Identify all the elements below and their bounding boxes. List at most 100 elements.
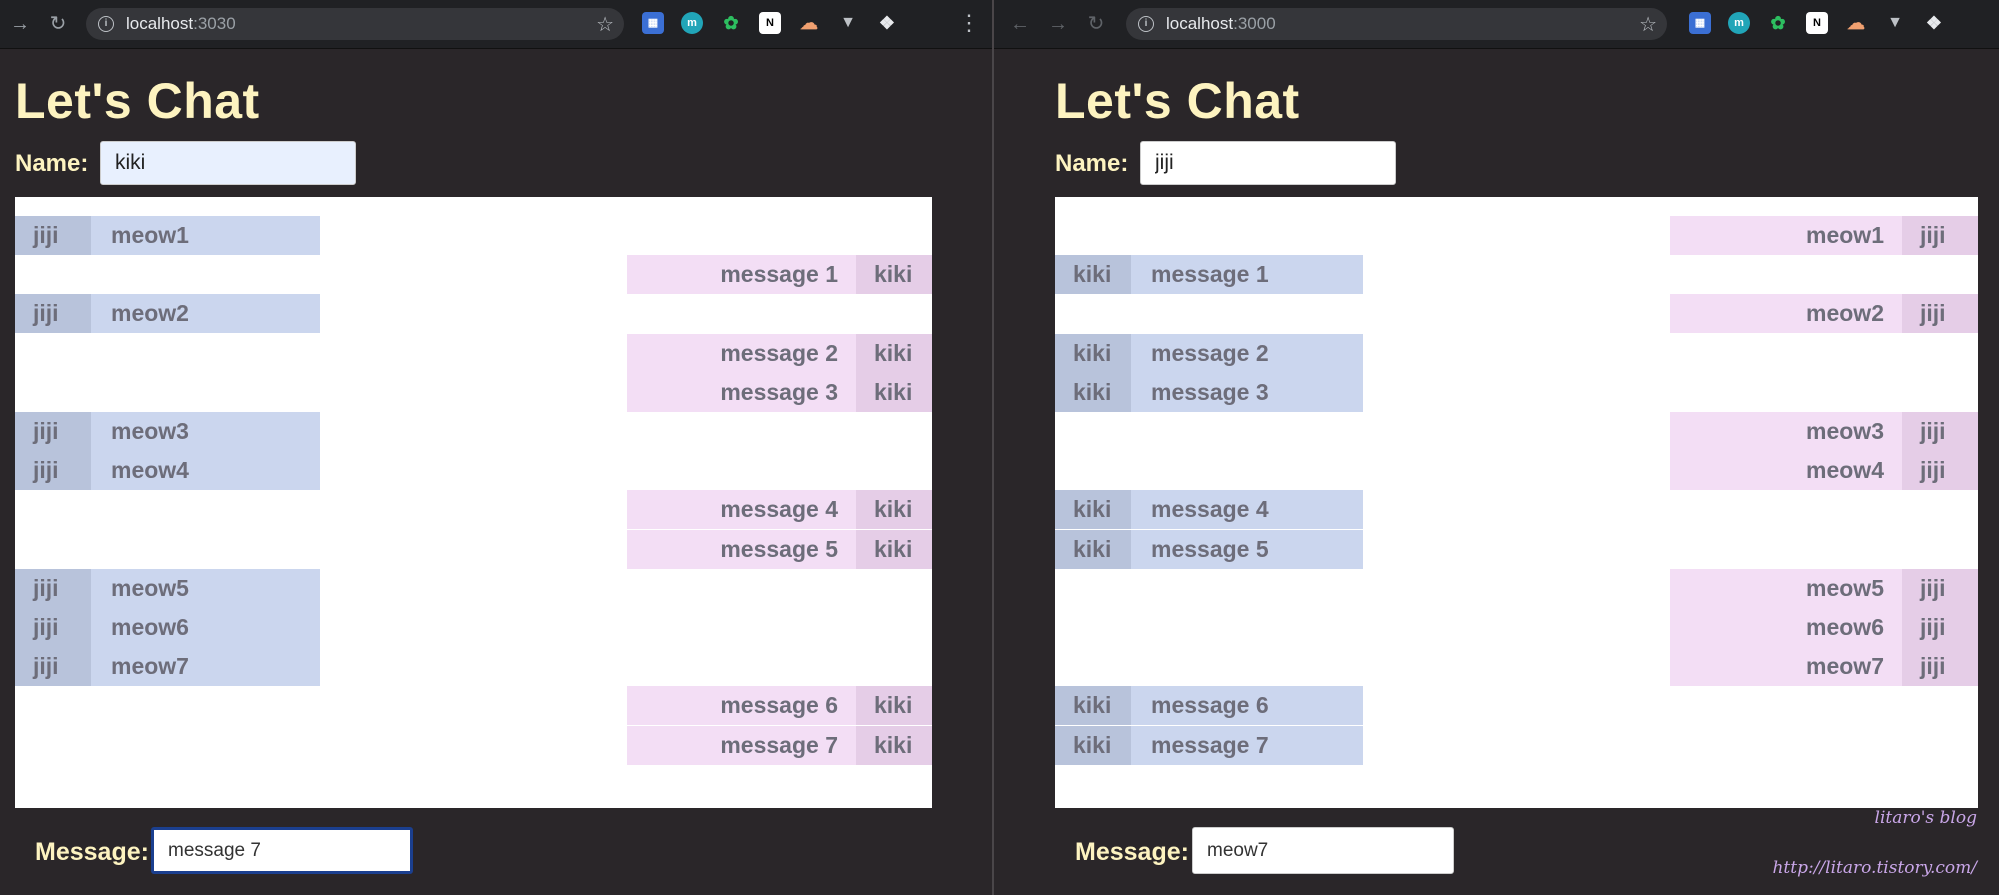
message-text: message 7 [1151,731,1269,758]
message-text: message 6 [720,692,838,719]
evernote-icon[interactable]: ✿ [720,12,742,34]
cloud-extension-icon[interactable]: ☁ [798,12,820,34]
cloud-extension-icon[interactable]: ☁ [1845,12,1867,34]
message-author: jiji [15,294,91,334]
back-icon[interactable]: ← [1008,12,1032,36]
message-text: meow7 [1806,653,1884,680]
chat-message-row: jiji meow7 [15,647,320,687]
notion-icon[interactable]: N [759,12,781,34]
evernote-icon[interactable]: ✿ [1767,12,1789,34]
message-author: jiji [15,568,91,608]
chat-message-row: message 5 kiki [627,529,932,569]
page-title: Let's Chat [15,73,260,129]
browser-window-left: → ↻ i localhost:3030 ☆ ▦ m ✿ N ☁ ▼ ❖ ⋮ L… [0,0,992,895]
message-text: meow7 [111,653,189,680]
extensions-puzzle-icon[interactable]: ❖ [876,12,898,34]
chat-message-row: jiji meow5 [15,568,320,608]
browser-menu-icon[interactable]: ⋮ [958,10,980,36]
message-label: Message: [35,838,149,866]
chat-message-row: meow7 jiji [1670,647,1978,687]
message-text: meow6 [1806,614,1884,640]
address-bar[interactable]: i localhost:3030 ☆ [86,8,624,40]
message-text: meow6 [111,614,189,640]
message-author: jiji [1902,451,1978,491]
url-text: localhost:3000 [1166,14,1276,33]
name-input[interactable] [100,141,356,185]
chat-message-row: meow2 jiji [1670,294,1978,334]
message-author: kiki [856,529,932,569]
bookmark-star-icon[interactable]: ☆ [1639,12,1657,37]
browser-toolbar: ← → ↻ i localhost:3000 ☆ ▦ m ✿ N ☁ ▼ ❖ [994,0,1999,49]
chat-message-row: meow1 jiji [1670,216,1978,255]
message-author: jiji [15,451,91,491]
chat-message-row: kiki message 2 [1055,333,1363,373]
message-author: jiji [15,412,91,451]
message-author: kiki [1055,333,1131,373]
chat-message-row: kiki message 6 [1055,686,1363,726]
message-author: jiji [15,216,91,255]
message-author: kiki [1055,686,1131,726]
screen: → ↻ i localhost:3030 ☆ ▦ m ✿ N ☁ ▼ ❖ ⋮ L… [0,0,1999,895]
message-author: jiji [1902,568,1978,608]
info-icon[interactable]: i [98,16,114,32]
message-text: message 4 [720,496,838,523]
message-text: message 5 [1151,535,1269,562]
message-text: meow2 [111,300,189,327]
name-input[interactable] [1140,141,1396,185]
message-text: message 4 [1151,496,1269,523]
message-text: meow4 [1806,457,1884,484]
chat-message-row: kiki message 5 [1055,529,1363,569]
chat-message-row: kiki message 1 [1055,255,1363,295]
message-author: jiji [1902,216,1978,255]
chat-message-row: kiki message 3 [1055,372,1363,412]
message-text: message 3 [1151,378,1269,405]
info-icon[interactable]: i [1138,16,1154,32]
chat-message-row: meow5 jiji [1670,568,1978,608]
vue-devtools-icon[interactable]: ▼ [1884,12,1906,34]
message-text: message 7 [720,731,838,758]
message-author: jiji [15,647,91,687]
chat-message-row: message 2 kiki [627,333,932,373]
message-author: jiji [1902,608,1978,647]
forward-icon[interactable]: → [8,12,32,36]
chat-message-row: jiji meow3 [15,412,320,451]
chat-message-row: jiji meow2 [15,294,320,334]
notion-icon[interactable]: N [1806,12,1828,34]
message-author: kiki [856,372,932,412]
message-author: kiki [1055,725,1131,765]
reload-icon[interactable]: ↻ [46,12,70,36]
message-text: message 6 [1151,692,1269,719]
chat-message-row: jiji meow4 [15,451,320,491]
message-author: kiki [856,725,932,765]
watermark-blog-name: litaro's blog [1874,808,1977,828]
vue-devtools-icon[interactable]: ▼ [837,12,859,34]
extension-m-icon[interactable]: m [1728,12,1750,34]
name-label: Name: [15,150,89,177]
message-text: meow5 [1806,574,1884,601]
chat-message-row: message 1 kiki [627,255,932,295]
message-text: meow5 [111,574,189,601]
message-author: kiki [856,490,932,530]
message-label: Message: [1075,838,1189,866]
chat-message-list: jiji meow1 message 1 kiki jiji meow2 message 2… [15,197,932,808]
extension-icon[interactable]: ▦ [1689,12,1711,34]
forward-icon[interactable]: → [1046,12,1070,36]
chat-message-row: message 7 kiki [627,725,932,765]
message-text: message 1 [1151,261,1269,288]
message-author: kiki [1055,372,1131,412]
extension-icon[interactable]: ▦ [642,12,664,34]
browser-toolbar: → ↻ i localhost:3030 ☆ ▦ m ✿ N ☁ ▼ ❖ ⋮ [0,0,992,49]
reload-icon[interactable]: ↻ [1084,12,1108,36]
chat-message-row: message 4 kiki [627,490,932,530]
address-bar[interactable]: i localhost:3000 ☆ [1126,8,1667,40]
message-text: message 2 [1151,339,1269,366]
bookmark-star-icon[interactable]: ☆ [596,12,614,37]
chat-message-row: kiki message 4 [1055,490,1363,530]
message-text: message 1 [720,261,838,288]
message-input[interactable] [1192,827,1454,874]
message-input[interactable] [151,827,413,874]
extension-m-icon[interactable]: m [681,12,703,34]
message-author: kiki [856,255,932,295]
message-text: meow1 [111,222,189,248]
extensions-puzzle-icon[interactable]: ❖ [1923,12,1945,34]
